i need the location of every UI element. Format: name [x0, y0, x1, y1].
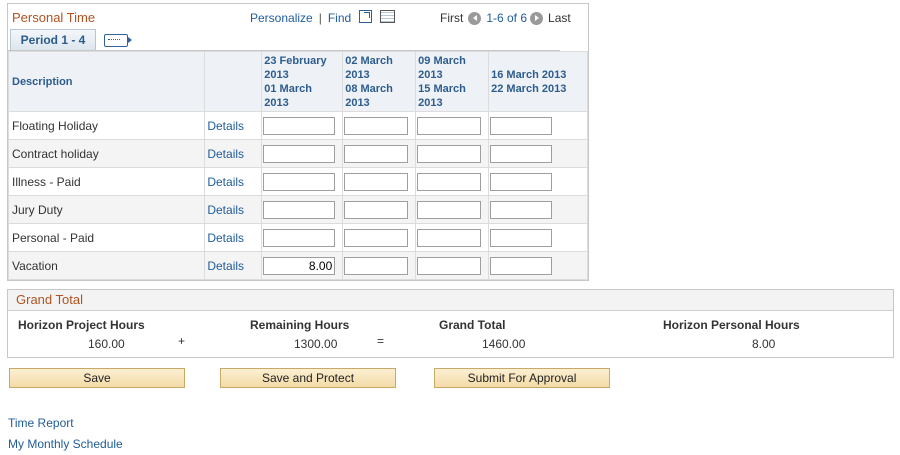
details-link[interactable]: Details: [207, 203, 244, 217]
period-2-start: 02 March: [345, 54, 393, 67]
table-row: Personal - Paid Details: [7, 223, 588, 252]
hours-input[interactable]: [263, 172, 336, 191]
details-link[interactable]: Details: [207, 147, 244, 161]
period-2-end-year: 2013: [345, 96, 370, 109]
hours-input[interactable]: [490, 228, 553, 247]
hours-input[interactable]: [263, 144, 336, 163]
horizon-project-hours-value: 160.00: [88, 337, 125, 351]
personal-time-grid: Personal Time Personalize | Find First 1…: [7, 3, 589, 281]
grid-header: Personal Time Personalize | Find First 1…: [8, 4, 588, 30]
hours-input[interactable]: [263, 200, 336, 219]
plus-operator: +: [178, 334, 186, 348]
hours-input[interactable]: [490, 172, 553, 191]
details-link[interactable]: Details: [207, 119, 244, 133]
download-spreadsheet-icon[interactable]: [380, 10, 396, 23]
show-all-columns-icon[interactable]: [104, 34, 132, 47]
grand-total-value: 1460.00: [482, 337, 526, 351]
save-button[interactable]: Save: [9, 368, 185, 388]
personalize-link[interactable]: Personalize: [250, 11, 313, 25]
previous-arrow-icon[interactable]: [468, 11, 482, 25]
remaining-hours-value: 1300.00: [294, 337, 338, 351]
hours-input[interactable]: [344, 172, 409, 191]
find-link[interactable]: Find: [328, 11, 351, 25]
hours-input[interactable]: [490, 116, 553, 135]
period-2-start-year: 2013: [345, 68, 370, 81]
table-row: Floating Holiday Details: [7, 111, 588, 140]
details-link[interactable]: Details: [207, 259, 244, 273]
grand-total-section: Grand Total Horizon Project Hours Remain…: [7, 289, 894, 358]
period-4-start: 16 March 2013: [491, 68, 567, 81]
row-description: Vacation: [7, 251, 206, 280]
submit-for-approval-button[interactable]: Submit For Approval: [434, 368, 610, 388]
my-monthly-schedule-link[interactable]: My Monthly Schedule: [8, 437, 123, 451]
hours-input[interactable]: [263, 116, 336, 135]
period-1-start: 23 February: [264, 54, 327, 67]
hours-input[interactable]: [417, 144, 482, 163]
period-4-end: 22 March 2013: [491, 82, 567, 95]
hours-input[interactable]: [344, 144, 409, 163]
column-header-period-4: 16 March 2013 22 March 2013: [488, 51, 588, 112]
grand-total-label: Grand Total: [439, 318, 506, 332]
column-header-period-2: 02 March 2013 08 March 2013: [342, 51, 417, 112]
table-row: Jury Duty Details: [7, 195, 588, 224]
table-header-row: Description 23 February 2013 01 March 20…: [7, 51, 588, 112]
grid-title: Personal Time: [12, 10, 96, 25]
remaining-hours-label: Remaining Hours: [250, 318, 350, 332]
column-header-description: Description: [7, 51, 206, 112]
equals-operator: =: [377, 334, 385, 348]
hours-input[interactable]: [490, 200, 553, 219]
hours-input[interactable]: [417, 256, 482, 275]
hours-input[interactable]: [263, 256, 336, 275]
pager: First 1-6 of 6 Last: [440, 11, 571, 25]
period-1-end: 01 March: [264, 82, 312, 95]
pager-first[interactable]: First: [440, 11, 463, 25]
details-link[interactable]: Details: [207, 231, 244, 245]
period-3-start-year: 2013: [418, 68, 443, 81]
row-description: Personal - Paid: [7, 223, 206, 252]
grid-toolbar: Personalize | Find: [250, 10, 396, 25]
hours-input[interactable]: [417, 172, 482, 191]
hours-input[interactable]: [344, 256, 409, 275]
table-row: Illness - Paid Details: [7, 167, 588, 196]
hours-input[interactable]: [417, 116, 482, 135]
row-description: Illness - Paid: [7, 167, 206, 196]
period-3-end-year: 2013: [418, 96, 443, 109]
tab-strip: Period 1 - 4: [8, 29, 560, 51]
horizon-personal-hours-label: Horizon Personal Hours: [663, 318, 800, 332]
next-arrow-icon[interactable]: [530, 11, 544, 25]
grand-total-title: Grand Total: [8, 290, 893, 311]
row-description: Contract holiday: [7, 139, 206, 168]
column-header-period-1: 23 February 2013 01 March 2013: [261, 51, 344, 112]
table-row: Contract holiday Details: [7, 139, 588, 168]
period-3-end: 15 March: [418, 82, 466, 95]
column-header-details: [204, 51, 263, 112]
period-1-start-year: 2013: [264, 68, 289, 81]
horizon-personal-hours-value: 8.00: [752, 337, 776, 351]
view-all-zoom-icon[interactable]: [359, 10, 373, 23]
period-3-start: 09 March: [418, 54, 466, 67]
table-row: Vacation Details: [7, 251, 588, 280]
hours-input[interactable]: [344, 200, 409, 219]
tab-period-1-4[interactable]: Period 1 - 4: [10, 29, 96, 50]
pager-last[interactable]: Last: [548, 11, 571, 25]
hours-input[interactable]: [417, 200, 482, 219]
horizon-project-hours-label: Horizon Project Hours: [18, 318, 145, 332]
details-link[interactable]: Details: [207, 175, 244, 189]
hours-input[interactable]: [417, 228, 482, 247]
personal-time-table: Description 23 February 2013 01 March 20…: [7, 51, 588, 280]
hours-input[interactable]: [490, 144, 553, 163]
column-header-period-3: 09 March 2013 15 March 2013: [415, 51, 490, 112]
period-2-end: 08 March: [345, 82, 393, 95]
hours-input[interactable]: [490, 256, 553, 275]
row-description: Jury Duty: [7, 195, 206, 224]
pager-range: 1-6 of 6: [486, 11, 528, 25]
hours-input[interactable]: [344, 116, 409, 135]
save-and-protect-button[interactable]: Save and Protect: [220, 368, 396, 388]
row-description: Floating Holiday: [7, 111, 206, 140]
hours-input[interactable]: [263, 228, 336, 247]
period-1-end-year: 2013: [264, 96, 289, 109]
toolbar-separator: |: [318, 11, 322, 25]
time-report-link[interactable]: Time Report: [8, 416, 74, 430]
hours-input[interactable]: [344, 228, 409, 247]
